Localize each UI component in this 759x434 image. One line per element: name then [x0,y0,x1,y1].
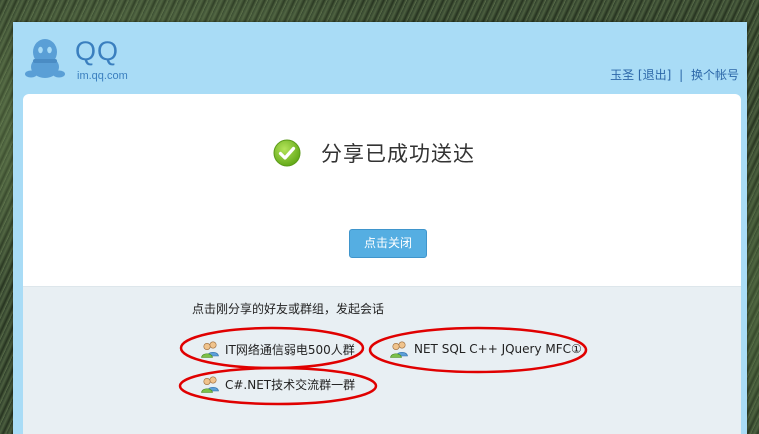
user-links: 玉圣 [退出] | 换个帐号 [610,66,739,83]
qq-logo-text: QQ [75,36,120,66]
qq-penguin-icon [25,39,65,78]
group-item[interactable]: IT网络通信弱电500人群 [200,339,355,359]
logout-link[interactable]: [退出] [638,68,671,82]
success-message: 分享已成功送达 [321,142,475,166]
group-name: C#.NET技术交流群一群 [225,377,356,392]
header: QQ im.qq.com 玉圣 [退出] | 换个帐号 [13,22,747,94]
session-panel: 点击刚分享的好友或群组，发起会话 IT网络通信弱电500人群 NET SQL C… [23,286,741,434]
group-name: IT网络通信弱电500人群 [225,342,355,357]
qq-logo-url: im.qq.com [77,70,128,82]
group-icon [201,341,219,358]
link-separator: | [679,68,684,82]
success-row: 分享已成功送达 [273,138,475,168]
qq-share-window: QQ im.qq.com 玉圣 [退出] | 换个帐号 分享已成功送达 点击关闭… [13,22,747,434]
username[interactable]: 玉圣 [610,68,634,82]
qq-logo: QQ im.qq.com [25,36,145,86]
group-name: NET SQL C++ JQuery MFC① [414,342,582,356]
group-item[interactable]: NET SQL C++ JQuery MFC① [389,339,582,359]
share-result-card: 分享已成功送达 点击关闭 点击刚分享的好友或群组，发起会话 IT网络通信弱电50… [23,94,741,434]
close-button[interactable]: 点击关闭 [349,229,427,258]
success-check-icon [273,139,301,167]
switch-account-link[interactable]: 换个帐号 [691,68,739,82]
group-item[interactable]: C#.NET技术交流群一群 [200,374,355,394]
group-icon [390,341,408,358]
group-icon [201,376,219,393]
session-hint: 点击刚分享的好友或群组，发起会话 [192,302,385,316]
